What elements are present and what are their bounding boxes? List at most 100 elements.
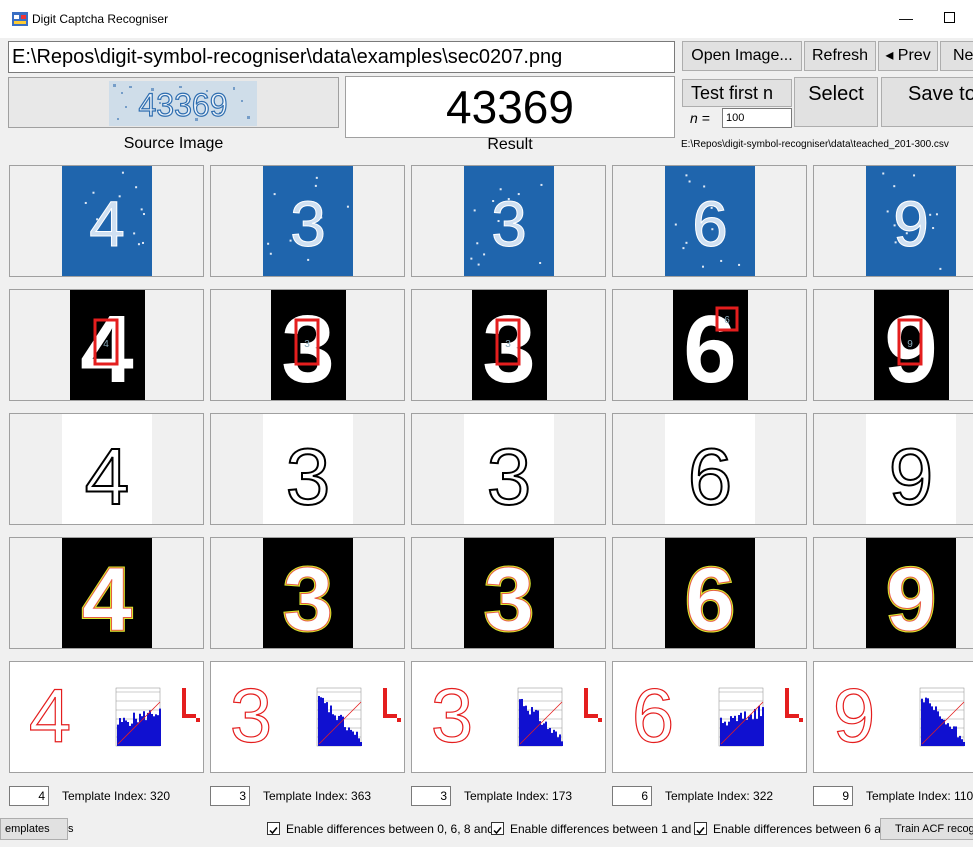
digit-source-glyph: 3	[491, 188, 527, 260]
histogram-bar	[348, 727, 350, 746]
digit-contour-glyph: 3	[487, 432, 532, 521]
histogram-bar	[324, 703, 326, 746]
option-label: Enable differences between 6 and 9	[713, 822, 905, 836]
histogram-bar	[736, 721, 738, 746]
app-icon	[12, 12, 28, 26]
histogram-bar	[326, 702, 328, 746]
template-index-input[interactable]: 6	[612, 786, 652, 806]
histogram-bar	[145, 720, 147, 746]
digit-filled-cell: 33	[411, 537, 606, 649]
histogram-bar	[153, 716, 155, 746]
minimize-button[interactable]: —	[898, 10, 914, 26]
template-index-label: Template Index: 110	[866, 789, 973, 803]
histogram-bar	[137, 722, 139, 746]
histogram-bar	[553, 729, 555, 746]
histogram-bar	[953, 726, 955, 746]
histogram-bar	[726, 725, 728, 746]
digit-source-cell: 4	[9, 165, 204, 277]
histogram-bar	[748, 716, 750, 746]
histogram-bar	[344, 727, 346, 746]
csv-path-label: E:\Repos\digit-symbol-recogniser\data\te…	[681, 139, 949, 150]
maximize-button[interactable]	[944, 12, 955, 23]
histogram-bar	[129, 725, 131, 746]
template-index-input[interactable]: 3	[411, 786, 451, 806]
option-checkbox[interactable]	[267, 822, 280, 835]
histogram-chart	[517, 687, 563, 747]
histogram-bar	[963, 742, 965, 746]
digit-binary-cell: 99	[813, 289, 973, 401]
histogram-bar	[740, 712, 742, 746]
digit-source-glyph: 6	[692, 188, 728, 260]
histogram-bar	[133, 712, 135, 746]
digit-binary-cell: 33	[210, 289, 405, 401]
digit-feature-glyph: 6	[632, 674, 674, 759]
histogram-bar	[760, 716, 762, 746]
digit-binary-glyph: 6	[683, 296, 736, 401]
histogram-bar	[738, 715, 740, 746]
histogram-bar	[358, 738, 360, 746]
histogram-bar	[338, 715, 340, 746]
open-image-button[interactable]: Open Image...	[682, 41, 802, 71]
histogram-bar	[541, 724, 543, 746]
histogram-chart	[316, 687, 362, 747]
histogram-bar	[545, 721, 547, 746]
option-checkbox[interactable]	[491, 822, 504, 835]
histogram-bar	[756, 718, 758, 746]
digit-feature-cell: 6	[612, 661, 807, 773]
histogram-bar	[354, 734, 356, 746]
n-input[interactable]: 100	[722, 108, 792, 128]
option-label: Enable differences between 1 and 7	[510, 822, 702, 836]
digit-filled-cell: 99	[813, 537, 973, 649]
template-index-input[interactable]: 3	[210, 786, 250, 806]
source-image-caption: Source Image	[123, 135, 224, 152]
histogram-bar	[929, 703, 931, 746]
histogram-bar	[943, 719, 945, 746]
digit-contour-cell: 6	[612, 413, 807, 525]
histogram-bar	[352, 731, 354, 746]
result-caption: Result	[487, 136, 533, 153]
histogram-bar	[527, 710, 529, 746]
histogram-bar	[746, 719, 748, 746]
digit-contour-cell: 4	[9, 413, 204, 525]
train-acf-button[interactable]: Train ACF recog	[880, 818, 973, 840]
digit-binary-cell: 44	[9, 289, 204, 401]
histogram-bar	[921, 698, 923, 746]
histogram-bar	[155, 714, 157, 746]
test-first-n-button[interactable]: Test first n	[682, 79, 792, 107]
histogram-bar	[318, 696, 320, 746]
histogram-chart	[718, 687, 764, 747]
digit-source-cell: 3	[411, 165, 606, 277]
window-title: Digit Captcha Recogniser	[32, 12, 169, 26]
image-path-input[interactable]: E:\Repos\digit-symbol-recogniser\data\ex…	[8, 41, 675, 73]
option-checkbox[interactable]	[694, 822, 707, 835]
histogram-bar	[728, 721, 730, 746]
histogram-bar	[951, 728, 953, 746]
detection-label: 3	[304, 339, 310, 350]
template-index-input[interactable]: 4	[9, 786, 49, 806]
histogram-bar	[957, 737, 959, 746]
histogram-bar	[157, 715, 159, 746]
template-index-input[interactable]: 9	[813, 786, 853, 806]
histogram-bar	[961, 739, 963, 746]
histogram-bar	[933, 710, 935, 746]
digit-source-glyph: 4	[89, 188, 125, 260]
prev-button[interactable]: ◂ Prev	[878, 41, 938, 71]
digit-contour-glyph: 9	[889, 432, 934, 521]
digit-feature-glyph: 3	[230, 674, 272, 759]
histogram-chart	[115, 687, 161, 747]
detection-label: 9	[907, 339, 913, 350]
histogram-bar	[330, 705, 332, 746]
next-button[interactable]: Ne	[940, 41, 973, 71]
digit-contour-glyph: 3	[286, 432, 331, 521]
digit-filled-cell: 66	[612, 537, 807, 649]
digit-binary-cell: 33	[411, 289, 606, 401]
digit-contour-cell: 9	[813, 413, 973, 525]
histogram-bar	[537, 710, 539, 746]
select-button[interactable]: Select	[794, 77, 878, 127]
templates-button[interactable]: emplates	[0, 818, 68, 840]
histogram-bar	[923, 702, 925, 746]
detection-label: 3	[505, 339, 511, 350]
histogram-bar	[346, 730, 348, 746]
save-button[interactable]: Save to	[881, 77, 973, 127]
refresh-button[interactable]: Refresh	[804, 41, 876, 71]
